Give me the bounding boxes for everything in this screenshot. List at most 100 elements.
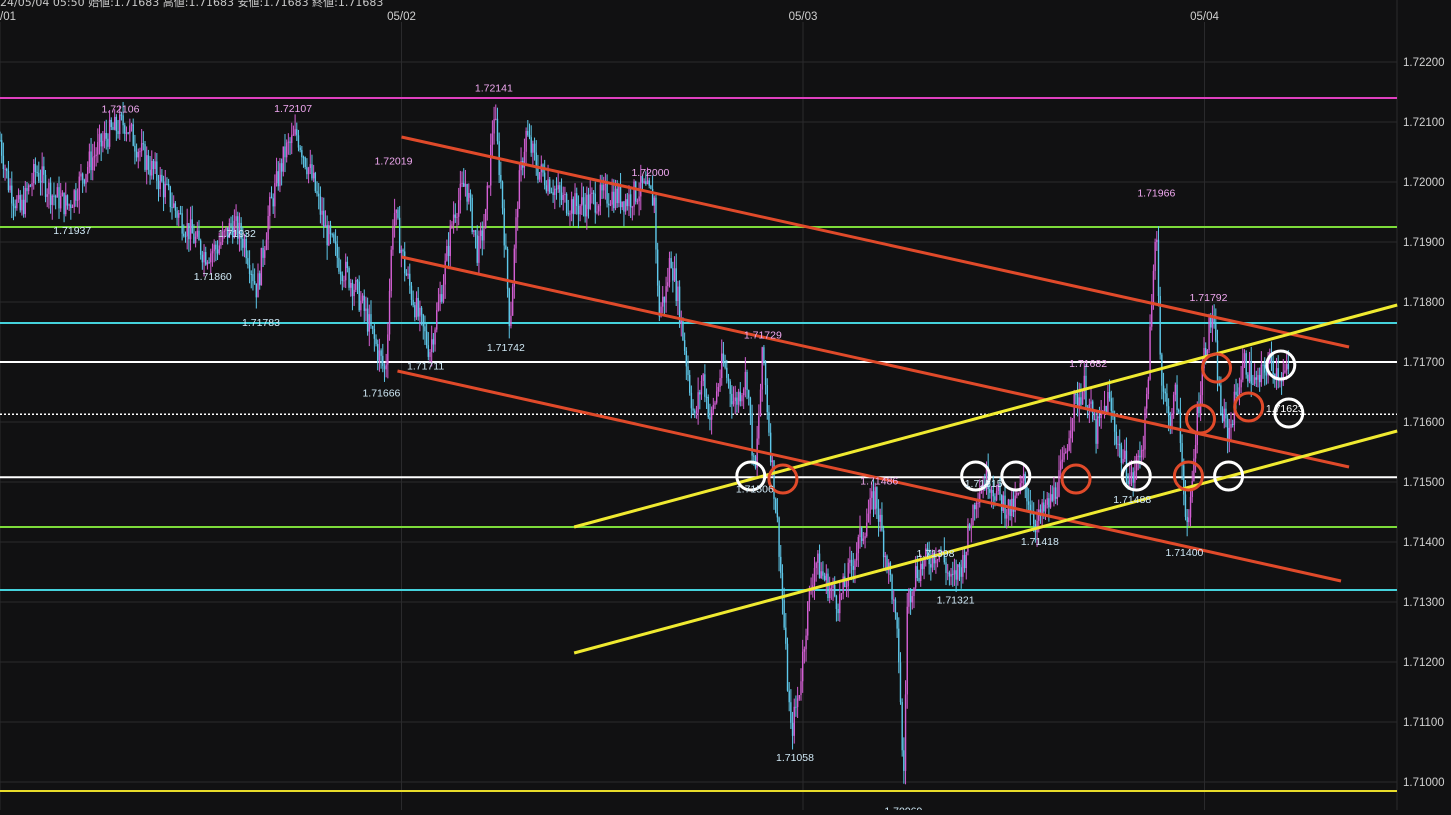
candle-body — [995, 490, 998, 501]
candle-body — [877, 508, 880, 522]
candle-body — [793, 706, 795, 736]
candle-body — [741, 395, 743, 402]
candle-body — [881, 514, 883, 531]
candle-body — [205, 252, 207, 265]
candle-body — [9, 185, 11, 191]
candle-body — [1033, 513, 1035, 525]
candle-body — [1122, 458, 1124, 463]
candle-body — [1198, 406, 1200, 414]
candle-body — [172, 203, 175, 208]
candle-body — [405, 273, 408, 276]
candle-body — [486, 185, 489, 210]
candle-body — [1154, 242, 1156, 271]
candle-body — [658, 285, 661, 317]
candle-body — [306, 166, 308, 175]
candle-body — [250, 273, 252, 275]
candle-body — [361, 295, 364, 301]
candle-body — [746, 371, 748, 391]
candle-body — [441, 294, 443, 302]
candle-body — [1046, 498, 1048, 505]
candle-body — [761, 347, 763, 390]
candle-body — [1115, 431, 1118, 445]
candle-body — [776, 512, 779, 518]
candle-body — [850, 559, 853, 566]
candle-body — [216, 249, 219, 254]
candle-body — [857, 537, 860, 554]
candle-body — [417, 297, 419, 317]
candle-body — [587, 194, 590, 209]
candle-body — [414, 305, 416, 318]
candle-body — [859, 527, 861, 538]
candle-body — [606, 184, 608, 204]
candle-body — [122, 115, 124, 126]
candle-body — [803, 649, 806, 652]
candle-body — [736, 397, 738, 405]
candle-body — [146, 155, 148, 170]
candle-body — [582, 197, 585, 205]
candle-body — [748, 390, 750, 398]
price-tick-label: 1.72100 — [1403, 117, 1445, 129]
candle-body — [1247, 374, 1249, 382]
candle-body — [533, 143, 536, 153]
candle-body — [208, 262, 210, 264]
candle-body — [360, 300, 362, 311]
candle-body — [1132, 472, 1134, 483]
candle-body — [218, 245, 220, 254]
candle-body — [444, 260, 446, 285]
candle-body — [662, 296, 664, 307]
candle-body — [1252, 383, 1254, 385]
candle-body — [44, 174, 47, 197]
candle-body — [166, 183, 168, 185]
candle-body — [53, 195, 55, 197]
candle-body — [279, 163, 281, 187]
candle-body — [640, 176, 642, 197]
candle-body — [382, 355, 384, 366]
candle-body — [80, 173, 82, 177]
candle-body — [945, 562, 947, 573]
candle-body — [0, 140, 1, 141]
candle-body — [783, 600, 785, 628]
candle-body — [324, 224, 327, 228]
candle-body — [1026, 486, 1028, 502]
candle-body — [385, 364, 387, 370]
candle-body — [117, 131, 119, 135]
candle-body — [277, 171, 279, 187]
candle-body — [203, 252, 205, 263]
candle-body — [543, 172, 546, 186]
candle-body — [557, 185, 559, 190]
candle-body — [1188, 517, 1190, 523]
candle-body — [1242, 363, 1244, 380]
candle-body — [608, 203, 610, 206]
candle-body — [488, 185, 490, 187]
candle-body — [837, 608, 839, 614]
candle-body — [27, 185, 30, 192]
candle-body — [284, 146, 286, 158]
candle-body — [1070, 430, 1072, 439]
candle-body — [796, 698, 799, 708]
candle-body — [289, 141, 291, 143]
candle-body — [769, 432, 772, 463]
candle-body — [599, 184, 602, 206]
candle-body — [264, 249, 266, 258]
candle-body — [46, 194, 48, 197]
candle-body — [1043, 502, 1045, 512]
candle-body — [112, 127, 114, 130]
candle-body — [898, 628, 900, 663]
candle-body — [19, 195, 21, 211]
candle-body — [296, 129, 298, 136]
candle-body — [503, 208, 505, 246]
candle-body — [697, 392, 699, 413]
price-annotation: 1.71058 — [776, 752, 814, 764]
candle-body — [304, 157, 306, 167]
candle-body — [953, 570, 956, 575]
candle-body — [1272, 361, 1274, 374]
candle-body — [948, 572, 951, 577]
candle-body — [791, 722, 794, 736]
candle-body — [1262, 364, 1264, 366]
candle-body — [1056, 496, 1059, 499]
time-tick-label: 05/03 — [789, 11, 818, 23]
candle-body — [778, 517, 780, 557]
candle-body — [962, 554, 964, 577]
candle-body — [891, 574, 893, 600]
candle-body — [737, 391, 740, 405]
